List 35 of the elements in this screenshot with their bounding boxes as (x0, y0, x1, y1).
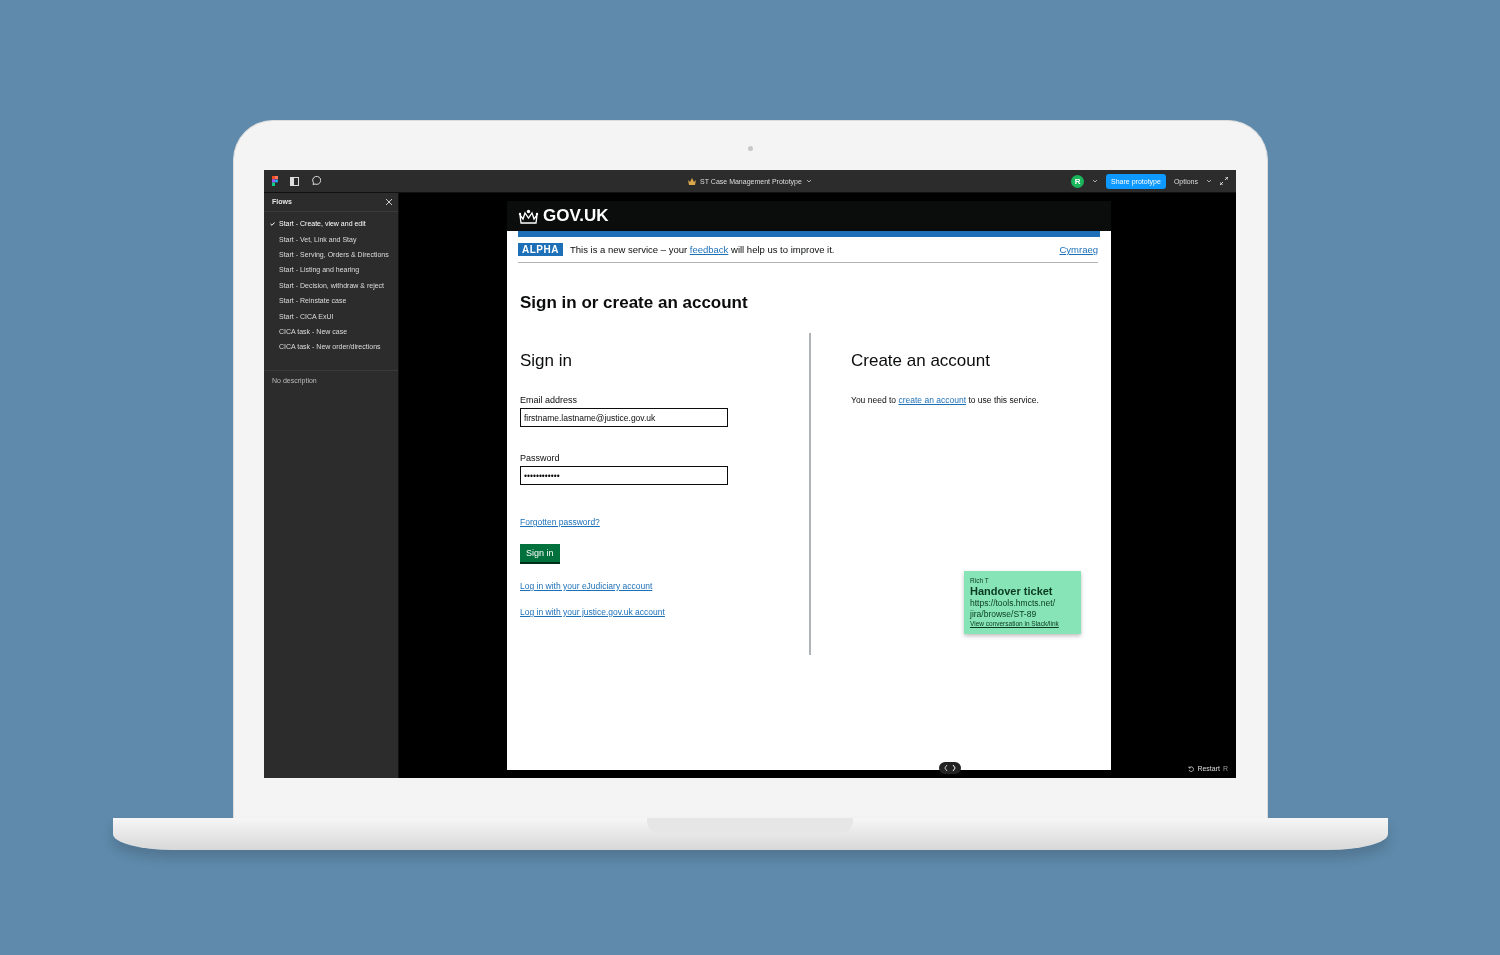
forward-icon[interactable] (952, 765, 956, 771)
phase-banner-text: This is a new service – your feedback will help us to improve it. (569, 244, 836, 255)
sidebar-toggle-icon[interactable] (290, 176, 299, 186)
crown-icon (518, 208, 539, 224)
restart-icon[interactable] (1188, 765, 1195, 772)
field-label: Email address (520, 395, 579, 405)
page-heading: Sign in or create an account (520, 293, 749, 313)
figma-logo-icon[interactable] (272, 176, 278, 186)
comment-title: Handover ticket (970, 585, 1054, 597)
comment-icon[interactable] (311, 176, 321, 186)
login-link[interactable]: Log in with your justice.gov.uk account (520, 607, 665, 617)
language-link[interactable]: Cymraeg (1059, 244, 1098, 255)
close-icon[interactable] (386, 198, 392, 205)
input-field[interactable]: firstname.lastname@justice.gov.uk (520, 408, 728, 427)
caret-icon[interactable] (1206, 179, 1212, 183)
caret-icon[interactable] (1092, 179, 1099, 183)
feedback-link[interactable]: feedback (689, 244, 729, 255)
crown-icon (688, 177, 697, 185)
section-heading: Sign in (520, 351, 573, 371)
sign-in-button[interactable]: Sign in (520, 544, 560, 562)
comment-body: https://tools.hmcts.net/ jira/browse/ST-89 (970, 598, 1057, 621)
fullscreen-icon[interactable] (1220, 177, 1228, 185)
field-label: Password (520, 453, 561, 463)
camera-dot (747, 146, 753, 151)
input-field[interactable]: •••••••••••• (520, 466, 728, 485)
govuk-logo[interactable]: GOV.UK (543, 206, 609, 226)
back-icon[interactable] (944, 765, 948, 771)
section-heading: Create an account (851, 351, 991, 371)
phase-tag: ALPHA (518, 243, 563, 256)
navigation-pill[interactable] (939, 762, 961, 774)
create-account-text: You need to create an account to use this service. (851, 395, 1039, 405)
login-link[interactable]: Log in with your eJudiciary account (520, 581, 653, 591)
caret-icon[interactable] (805, 179, 812, 183)
create-account-link[interactable]: create an account (898, 395, 966, 405)
forgotten-password-link[interactable]: Forgotten password? (520, 517, 600, 527)
